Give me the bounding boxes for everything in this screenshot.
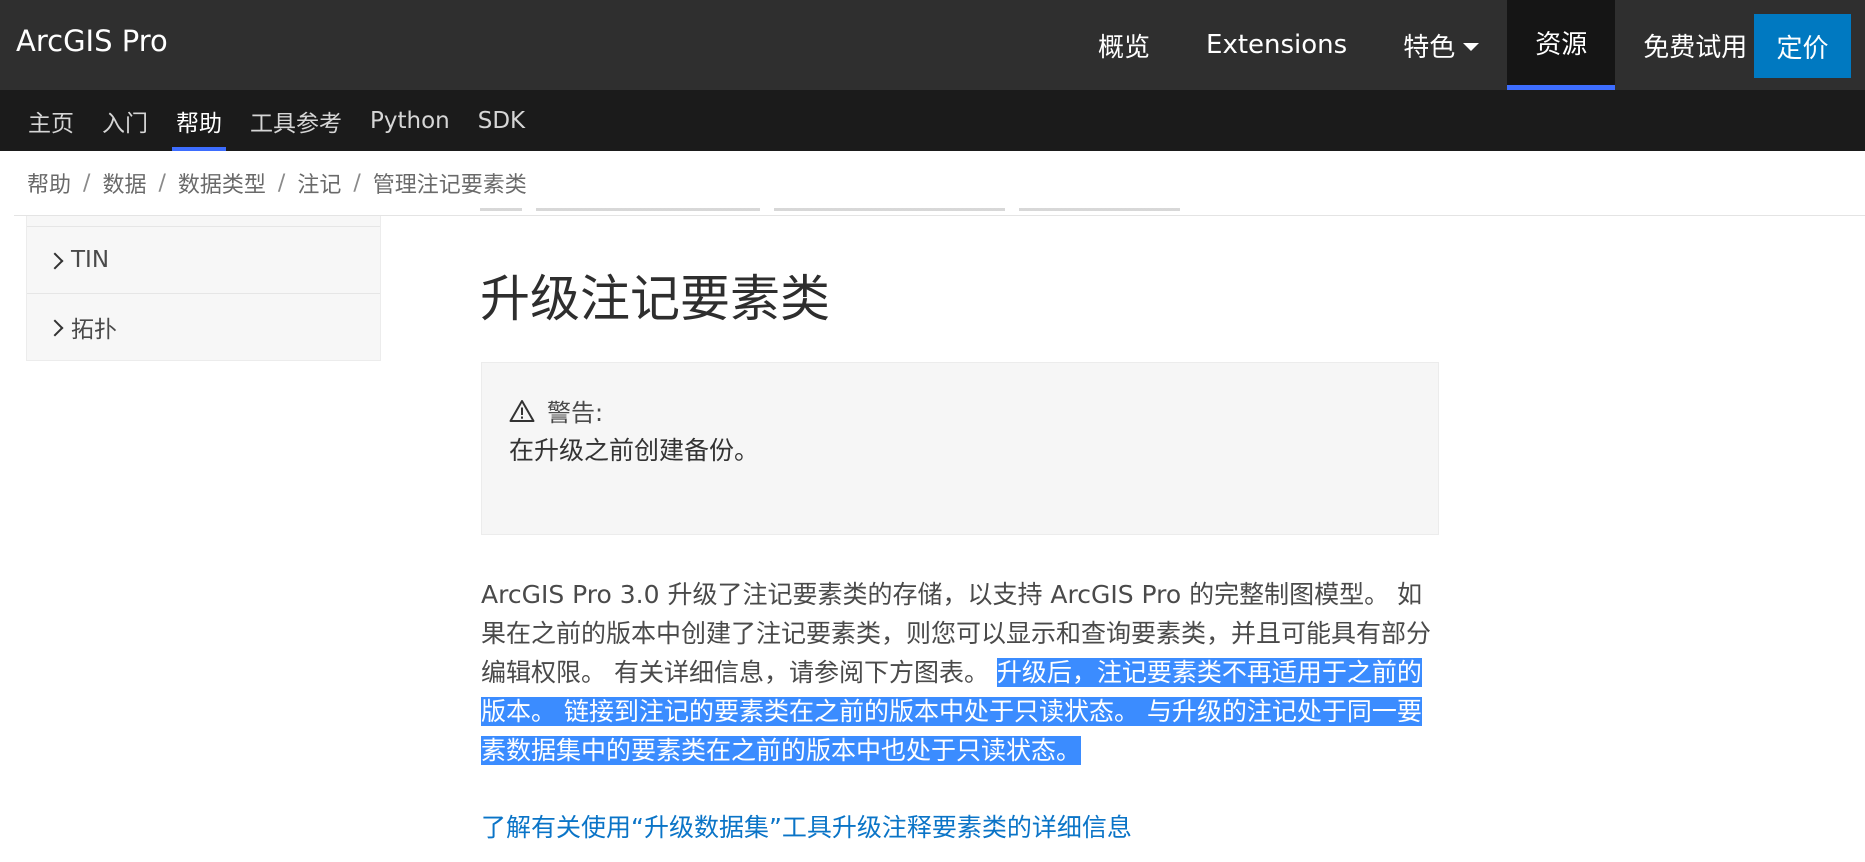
scrolled-text-fragment [480, 204, 1180, 216]
body-paragraph: ArcGIS Pro 3.0 升级了注记要素类的存储，以支持 ArcGIS Pr… [481, 575, 1443, 770]
warning-label: 警告: [547, 399, 604, 427]
sub-nav: 主页 入门 帮助 工具参考 Python SDK [0, 90, 1865, 151]
breadcrumb-manage-annotation[interactable]: 管理注记要素类 [373, 167, 527, 199]
nav-free-trial-label: 免费试用 [1643, 32, 1748, 63]
top-bar: ArcGIS Pro 概览 Extensions 特色 资源 免费试用 定价 [0, 0, 1865, 90]
nav-resources[interactable]: 资源 [1507, 0, 1616, 90]
nav-features[interactable]: 特色 [1375, 0, 1507, 90]
subnav-python[interactable]: Python [356, 90, 464, 151]
subnav-help[interactable]: 帮助 [162, 90, 236, 151]
subnav-get-started[interactable]: 入门 [88, 90, 162, 151]
warning-icon [509, 399, 535, 422]
breadcrumb-separator: / [353, 170, 361, 196]
nav-resources-label: 资源 [1535, 30, 1588, 60]
top-nav: 概览 Extensions 特色 资源 免费试用 [1070, 0, 1775, 90]
upgrade-dataset-link[interactable]: 了解有关使用“升级数据集”工具升级注释要素类的详细信息 [481, 808, 1132, 844]
sidebar-item-label: 拓扑 [71, 317, 117, 343]
breadcrumb-data-types[interactable]: 数据类型 [178, 167, 266, 199]
nav-extensions[interactable]: Extensions [1178, 0, 1375, 90]
chevron-right-icon [46, 252, 64, 270]
pricing-button[interactable]: 定价 [1754, 14, 1851, 78]
warning-box: 警告: 在升级之前创建备份。 [481, 362, 1439, 535]
subnav-sdk[interactable]: SDK [464, 90, 539, 151]
breadcrumb-separator: / [158, 170, 166, 196]
page-title: 升级注记要素类 [480, 270, 830, 328]
warning-header: 警告: [509, 393, 603, 428]
brand-title[interactable]: ArcGIS Pro [16, 24, 168, 58]
sidebar-item-topology[interactable]: 拓扑 [27, 293, 380, 360]
breadcrumb-help[interactable]: 帮助 [27, 167, 71, 199]
nav-free-trial[interactable]: 免费试用 [1615, 0, 1775, 90]
warning-text: 在升级之前创建备份。 [509, 436, 760, 465]
breadcrumb-annotation[interactable]: 注记 [297, 167, 341, 199]
sidebar-item-label: TIN [71, 247, 110, 273]
subnav-home[interactable]: 主页 [14, 90, 88, 151]
breadcrumb-data[interactable]: 数据 [102, 167, 146, 199]
sidebar-item-tin[interactable]: TIN [27, 226, 380, 293]
breadcrumb: 帮助 / 数据 / 数据类型 / 注记 / 管理注记要素类 [27, 151, 527, 215]
breadcrumb-separator: / [277, 170, 286, 196]
caret-down-icon [1463, 43, 1480, 51]
breadcrumb-separator: / [83, 170, 91, 196]
nav-overview-label: 概览 [1098, 32, 1151, 63]
nav-overview[interactable]: 概览 [1070, 0, 1178, 90]
subnav-tool-reference[interactable]: 工具参考 [236, 90, 356, 151]
nav-features-label: 特色 [1403, 32, 1456, 63]
sidebar: TIN 拓扑 [26, 216, 381, 361]
nav-extensions-label: Extensions [1206, 30, 1348, 60]
chevron-right-icon [46, 319, 64, 337]
